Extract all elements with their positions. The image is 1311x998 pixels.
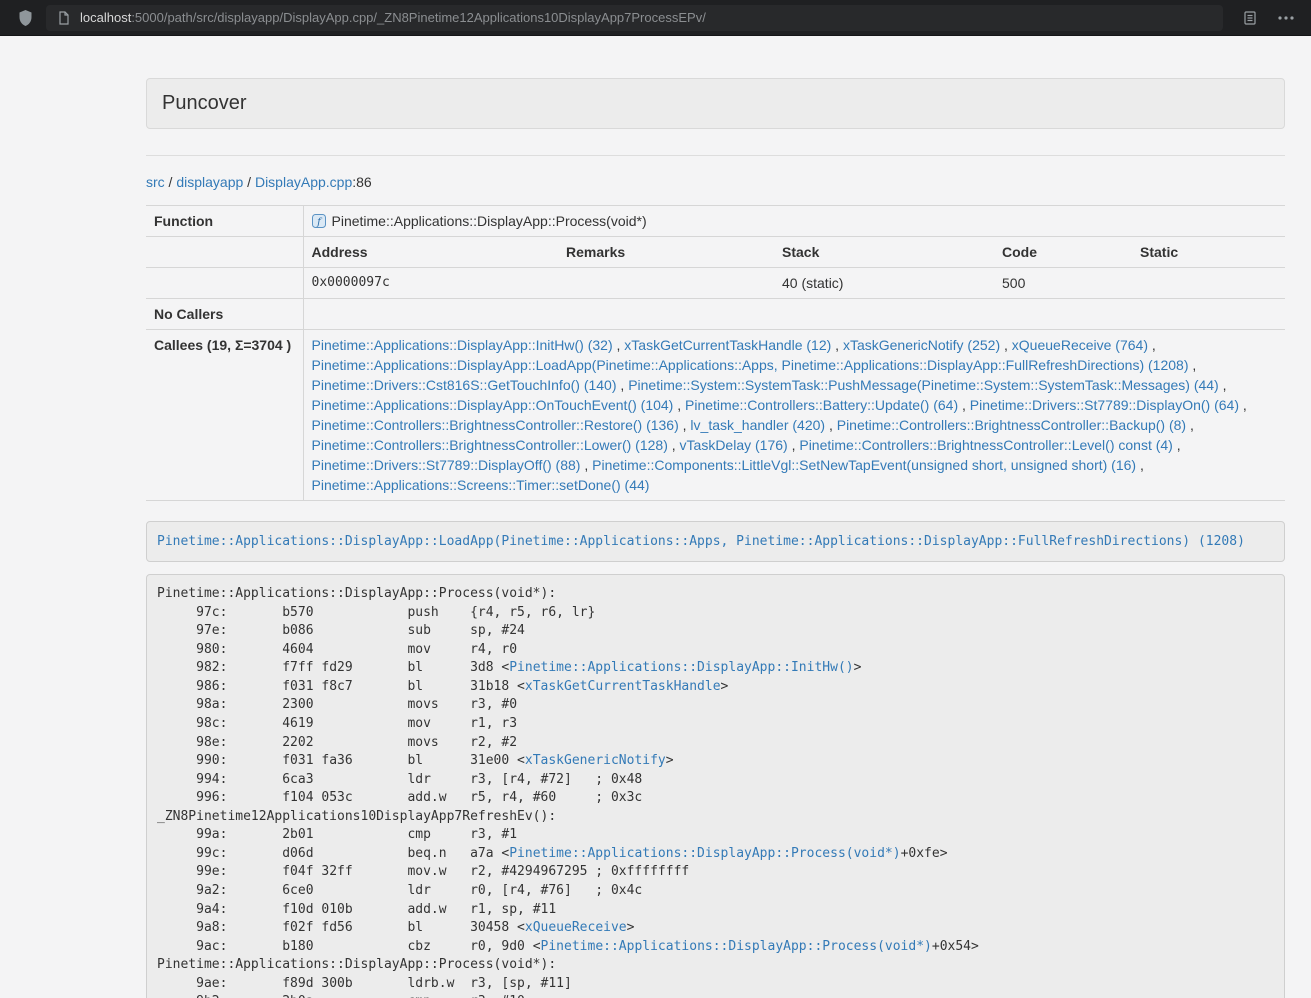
callee-separator: , [1186, 417, 1194, 433]
shield-icon[interactable] [12, 5, 38, 31]
breadcrumb-separator: / [165, 174, 177, 190]
code-symbol-link[interactable]: Pinetime::Applications::DisplayApp::Proc… [509, 846, 900, 861]
callee-separator: , [825, 417, 837, 433]
table-row-callees: Callees (19, Σ=3704 ) Pinetime::Applicat… [146, 330, 1285, 501]
callee-link[interactable]: Pinetime::Components::LittleVgl::SetNewT… [592, 457, 1136, 473]
no-callers-cell [303, 299, 1285, 330]
callee-link[interactable]: Pinetime::System::SystemTask::PushMessag… [628, 377, 1219, 393]
reader-view-icon[interactable] [1237, 5, 1263, 31]
page-icon [56, 10, 72, 26]
callee-separator: , [1000, 337, 1012, 353]
callee-link[interactable]: Pinetime::Applications::DisplayApp::Load… [312, 357, 1189, 373]
callee-separator: , [1188, 357, 1196, 373]
callee-separator: , [788, 437, 800, 453]
callee-link[interactable]: xQueueReceive (764) [1012, 337, 1148, 353]
url-text: localhost:5000/path/src/displayapp/Displ… [80, 10, 706, 25]
callee-link[interactable]: Pinetime::Drivers::Cst816S::GetTouchInfo… [312, 377, 617, 393]
highlighted-symbol-box: Pinetime::Applications::DisplayApp::Load… [146, 521, 1285, 562]
function-row-label: Function [146, 206, 303, 237]
column-header-code: Code [994, 237, 1132, 268]
empty-row-head [146, 237, 303, 268]
browser-toolbar: localhost:5000/path/src/displayapp/Displ… [0, 0, 1311, 36]
table-row-no-callers: No Callers [146, 299, 1285, 330]
callee-separator: , [679, 417, 691, 433]
stack-value: 40 (static) [774, 268, 994, 299]
callee-link[interactable]: xTaskGetCurrentTaskHandle (12) [624, 337, 831, 353]
code-symbol-link[interactable]: Pinetime::Applications::DisplayApp::Proc… [541, 939, 932, 954]
callee-separator: , [958, 397, 970, 413]
function-details-table: Function fPinetime::Applications::Displa… [146, 205, 1285, 501]
breadcrumb-separator: / [243, 174, 255, 190]
url-host: localhost [80, 10, 131, 25]
breadcrumb-link-file[interactable]: DisplayApp.cpp [255, 174, 352, 190]
callee-link[interactable]: Pinetime::Applications::DisplayApp::OnTo… [312, 397, 674, 413]
table-row-values: 0x0000097c 40 (static) 500 [146, 268, 1285, 299]
content-divider [146, 155, 1285, 156]
code-symbol-link[interactable]: xTaskGenericNotify [525, 753, 666, 768]
page-content: Puncover src / displayapp / DisplayApp.c… [146, 78, 1285, 998]
remarks-value [558, 268, 774, 299]
callee-separator: , [1219, 377, 1227, 393]
url-bar[interactable]: localhost:5000/path/src/displayapp/Displ… [46, 5, 1223, 31]
callee-separator: , [831, 337, 843, 353]
function-cell: f Pinetime::Applications::DisplayApp::Pro… [303, 206, 1285, 237]
callee-link[interactable]: Pinetime::Applications::DisplayApp::Init… [312, 337, 613, 353]
callee-separator: , [673, 397, 685, 413]
breadcrumb-link-src[interactable]: src [146, 174, 165, 190]
callees-cell: Pinetime::Applications::DisplayApp::Init… [303, 330, 1285, 501]
callee-separator: , [1136, 457, 1144, 473]
callee-separator: , [1239, 397, 1247, 413]
callee-link[interactable]: Pinetime::Controllers::Battery::Update()… [685, 397, 958, 413]
breadcrumb-link-displayapp[interactable]: displayapp [176, 174, 243, 190]
column-header-remarks: Remarks [558, 237, 774, 268]
callee-link[interactable]: Pinetime::Drivers::St7789::DisplayOff() … [312, 457, 581, 473]
callee-link[interactable]: Pinetime::Controllers::BrightnessControl… [312, 437, 668, 453]
callee-separator: , [1173, 437, 1181, 453]
breadcrumb: src / displayapp / DisplayApp.cpp:86 [146, 172, 1285, 192]
url-path: :5000/path/src/displayapp/DisplayApp.cpp… [131, 10, 706, 25]
callee-separator: , [613, 337, 625, 353]
callees-label: Callees (19, Σ=3704 ) [146, 330, 303, 501]
table-row-column-headers: Address Remarks Stack Code Static [146, 237, 1285, 268]
code-symbol-link[interactable]: xQueueReceive [525, 920, 627, 935]
callee-link[interactable]: Pinetime::Controllers::BrightnessControl… [312, 417, 679, 433]
address-value: 0x0000097c [303, 268, 558, 299]
callee-link[interactable]: xTaskGenericNotify (252) [843, 337, 1000, 353]
callee-link[interactable]: lv_task_handler (420) [690, 417, 825, 433]
breadcrumb-line-number: :86 [352, 174, 371, 190]
function-name: Pinetime::Applications::DisplayApp::Proc… [332, 213, 647, 229]
empty-row-head [146, 268, 303, 299]
overflow-menu-icon[interactable] [1273, 5, 1299, 31]
code-symbol-link[interactable]: Pinetime::Applications::DisplayApp::Init… [509, 660, 853, 675]
function-icon: f [312, 213, 326, 227]
code-symbol-link[interactable]: xTaskGetCurrentTaskHandle [525, 679, 721, 694]
code-value: 500 [994, 268, 1132, 299]
callee-link[interactable]: Pinetime::Applications::Screens::Timer::… [312, 477, 650, 493]
callee-separator: , [617, 377, 629, 393]
app-header-panel: Puncover [146, 78, 1285, 129]
column-header-address: Address [303, 237, 558, 268]
callee-link[interactable]: Pinetime::Controllers::BrightnessControl… [837, 417, 1186, 433]
page-title: Puncover [162, 92, 1269, 115]
static-value [1132, 268, 1285, 299]
callee-separator: , [1148, 337, 1156, 353]
disassembly-pre: Pinetime::Applications::DisplayApp::Proc… [146, 574, 1285, 998]
callee-link[interactable]: Pinetime::Controllers::BrightnessControl… [799, 437, 1172, 453]
table-row-function: Function f Pinetime::Applications::Displa… [146, 206, 1285, 237]
callee-link[interactable]: Pinetime::Drivers::St7789::DisplayOn() (… [970, 397, 1239, 413]
no-callers-label: No Callers [146, 299, 303, 330]
column-header-static: Static [1132, 237, 1285, 268]
callee-link[interactable]: vTaskDelay (176) [680, 437, 788, 453]
callee-separator: , [580, 457, 592, 473]
column-header-stack: Stack [774, 237, 994, 268]
highlighted-symbol-link[interactable]: Pinetime::Applications::DisplayApp::Load… [157, 534, 1245, 549]
callee-separator: , [668, 437, 680, 453]
